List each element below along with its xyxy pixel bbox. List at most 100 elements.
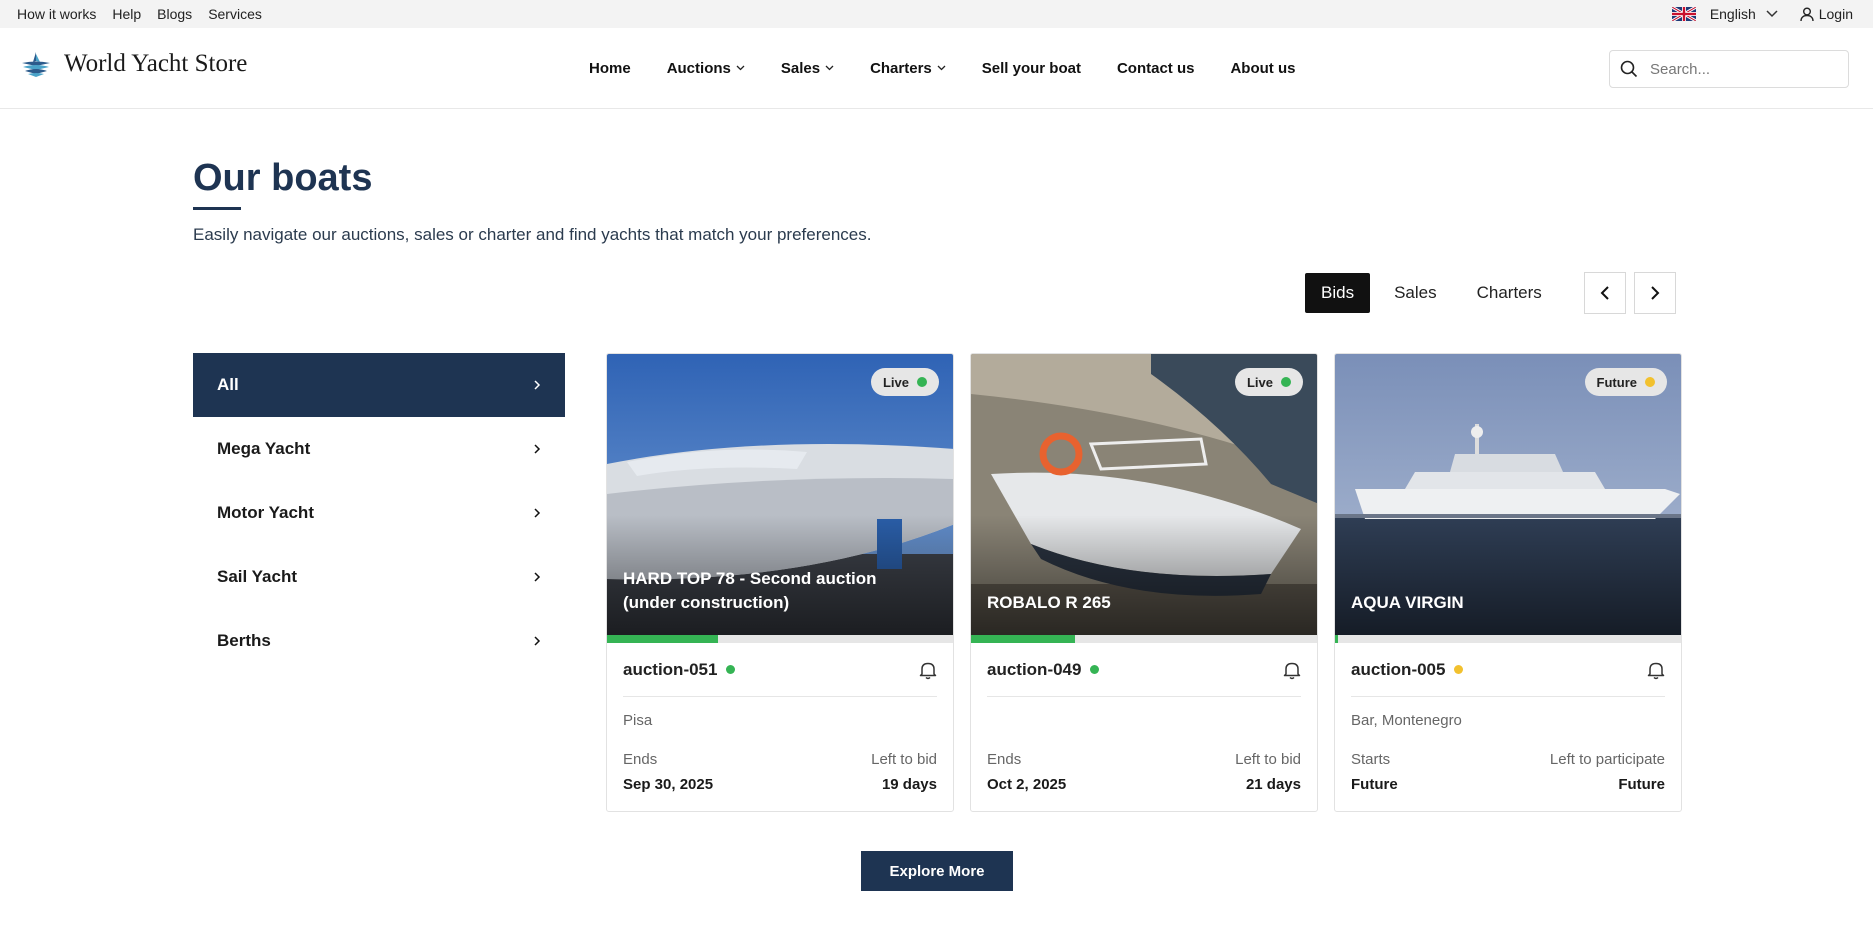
how-it-works-link[interactable]: How it works bbox=[17, 6, 96, 22]
main-header: World Yacht Store Home Auctions Sales Ch… bbox=[0, 28, 1873, 109]
explore-more-button[interactable]: Explore More bbox=[861, 851, 1013, 891]
tab-sales[interactable]: Sales bbox=[1378, 273, 1453, 313]
chevron-right-icon bbox=[534, 572, 541, 582]
services-link[interactable]: Services bbox=[208, 6, 262, 22]
boat-location: Pisa bbox=[623, 711, 653, 729]
starts-label: Starts bbox=[1351, 751, 1391, 768]
language-select[interactable]: English bbox=[1710, 6, 1756, 22]
left-to-bid-value: 19 days bbox=[881, 776, 937, 793]
category-label: Berths bbox=[217, 631, 271, 650]
category-label: Motor Yacht bbox=[217, 503, 314, 522]
nav-sell-label: Sell your boat bbox=[981, 59, 1081, 77]
nav-sales[interactable]: Sales bbox=[781, 60, 834, 77]
brand-logo[interactable]: World Yacht Store bbox=[20, 50, 247, 78]
bell-icon[interactable] bbox=[1283, 660, 1301, 680]
bell-icon[interactable] bbox=[1647, 660, 1665, 680]
ends-date: Oct 2, 2025 bbox=[987, 776, 1067, 793]
section-title: Our boats bbox=[193, 157, 373, 199]
nav-contact-us[interactable]: Contact us bbox=[1117, 60, 1195, 77]
chevron-right-icon bbox=[534, 444, 541, 454]
left-to-participate-label: Left to participate bbox=[1549, 751, 1665, 768]
status-dot bbox=[917, 377, 927, 387]
left-to-participate-value: Future bbox=[1618, 776, 1665, 793]
boat-location: Bar, Montenegro bbox=[1351, 711, 1462, 729]
chevron-right-icon bbox=[534, 508, 541, 518]
category-all[interactable]: All bbox=[193, 353, 565, 417]
category-mega-yacht[interactable]: Mega Yacht bbox=[193, 417, 565, 481]
boat-photo[interactable]: Live ROBALO R 265 bbox=[971, 354, 1317, 635]
tab-bids[interactable]: Bids bbox=[1305, 273, 1371, 313]
topbar-right: English Login bbox=[1671, 0, 1853, 28]
status-dot bbox=[1645, 377, 1655, 387]
category-label: Mega Yacht bbox=[217, 439, 311, 458]
chevron-right-icon bbox=[534, 636, 541, 646]
tab-charters[interactable]: Charters bbox=[1461, 273, 1558, 313]
photo-shade bbox=[971, 515, 1317, 635]
nav-charters[interactable]: Charters bbox=[870, 60, 946, 77]
left-to-bid-value: 21 days bbox=[1245, 776, 1301, 793]
chevron-left-icon bbox=[1600, 286, 1609, 300]
boat-photo[interactable]: Live HARD TOP 78 - Second auction (under… bbox=[607, 354, 953, 635]
nav-home-label: Home bbox=[589, 59, 631, 77]
brand-name: World Yacht Store bbox=[64, 50, 248, 77]
left-to-bid-label: Left to bid bbox=[1235, 751, 1301, 768]
yacht-logo-icon bbox=[22, 52, 50, 77]
progress-fill bbox=[971, 635, 1075, 643]
auction-id: auction-051 bbox=[623, 659, 718, 679]
auction-card[interactable]: Live HARD TOP 78 - Second auction (under… bbox=[606, 353, 954, 812]
search-icon bbox=[1620, 60, 1638, 78]
left-to-bid-label: Left to bid bbox=[871, 751, 937, 768]
status-dot bbox=[1281, 377, 1291, 387]
nav-home[interactable]: Home bbox=[589, 60, 631, 77]
status-dot bbox=[726, 665, 736, 674]
auction-card[interactable]: Live ROBALO R 265 auction-049 Ends Oct 2,… bbox=[970, 353, 1318, 812]
nav-contact-label: Contact us bbox=[1116, 59, 1195, 77]
progress-bar bbox=[607, 635, 953, 643]
blogs-link[interactable]: Blogs bbox=[157, 6, 192, 22]
boat-photo[interactable]: Future AQUA VIRGIN bbox=[1335, 354, 1681, 635]
search-box[interactable] bbox=[1609, 50, 1849, 88]
uk-flag-icon[interactable] bbox=[1671, 7, 1696, 21]
login-link[interactable]: Login bbox=[1800, 6, 1853, 22]
main-nav: Home Auctions Sales Charters Sell your b… bbox=[589, 28, 1295, 108]
chevron-right-icon bbox=[534, 380, 541, 390]
login-label: Login bbox=[1818, 6, 1853, 22]
help-link[interactable]: Help bbox=[112, 6, 141, 22]
chevron-right-icon bbox=[1651, 286, 1660, 300]
status-label: Live bbox=[1246, 374, 1273, 390]
boat-name: ROBALO R 265 bbox=[987, 593, 1111, 612]
chevron-down-icon bbox=[825, 65, 834, 71]
next-button[interactable] bbox=[1633, 272, 1676, 314]
listing-tabs: Bids Sales Charters bbox=[1305, 272, 1676, 314]
status-dot bbox=[1454, 665, 1464, 674]
category-berths[interactable]: Berths bbox=[193, 609, 565, 673]
category-list: All Mega Yacht Motor Yacht Sail Yacht Be… bbox=[193, 353, 565, 673]
category-label: Sail Yacht bbox=[217, 567, 298, 586]
search-input[interactable] bbox=[1650, 60, 1830, 78]
status-badge: Live bbox=[870, 368, 939, 396]
category-sail-yacht[interactable]: Sail Yacht bbox=[193, 545, 565, 609]
auction-id: auction-005 bbox=[1351, 659, 1446, 679]
nav-sell-your-boat[interactable]: Sell your boat bbox=[982, 60, 1081, 77]
chevron-down-icon bbox=[937, 65, 946, 71]
ends-label: Ends bbox=[623, 751, 658, 768]
ends-label: Ends bbox=[987, 751, 1022, 768]
progress-fill bbox=[1335, 635, 1339, 643]
chevron-down-icon[interactable] bbox=[1766, 10, 1778, 18]
boat-location bbox=[987, 697, 1301, 743]
bell-icon[interactable] bbox=[919, 660, 937, 680]
auction-card[interactable]: Future AQUA VIRGIN auction-005 Bar, Mont… bbox=[1334, 353, 1682, 812]
nav-auctions[interactable]: Auctions bbox=[667, 60, 745, 77]
category-motor-yacht[interactable]: Motor Yacht bbox=[193, 481, 565, 545]
title-underline bbox=[193, 207, 241, 210]
progress-fill bbox=[607, 635, 718, 643]
boat-name: AQUA VIRGIN bbox=[1351, 593, 1464, 612]
nav-auctions-label: Auctions bbox=[666, 59, 731, 77]
top-utility-bar: How it works Help Blogs Services English… bbox=[0, 0, 1873, 28]
nav-about-us[interactable]: About us bbox=[1230, 60, 1295, 77]
progress-bar bbox=[971, 635, 1317, 643]
status-badge: Future bbox=[1584, 368, 1667, 396]
prev-button[interactable] bbox=[1583, 272, 1626, 314]
nav-charters-label: Charters bbox=[870, 59, 932, 77]
category-label: All bbox=[217, 375, 239, 394]
